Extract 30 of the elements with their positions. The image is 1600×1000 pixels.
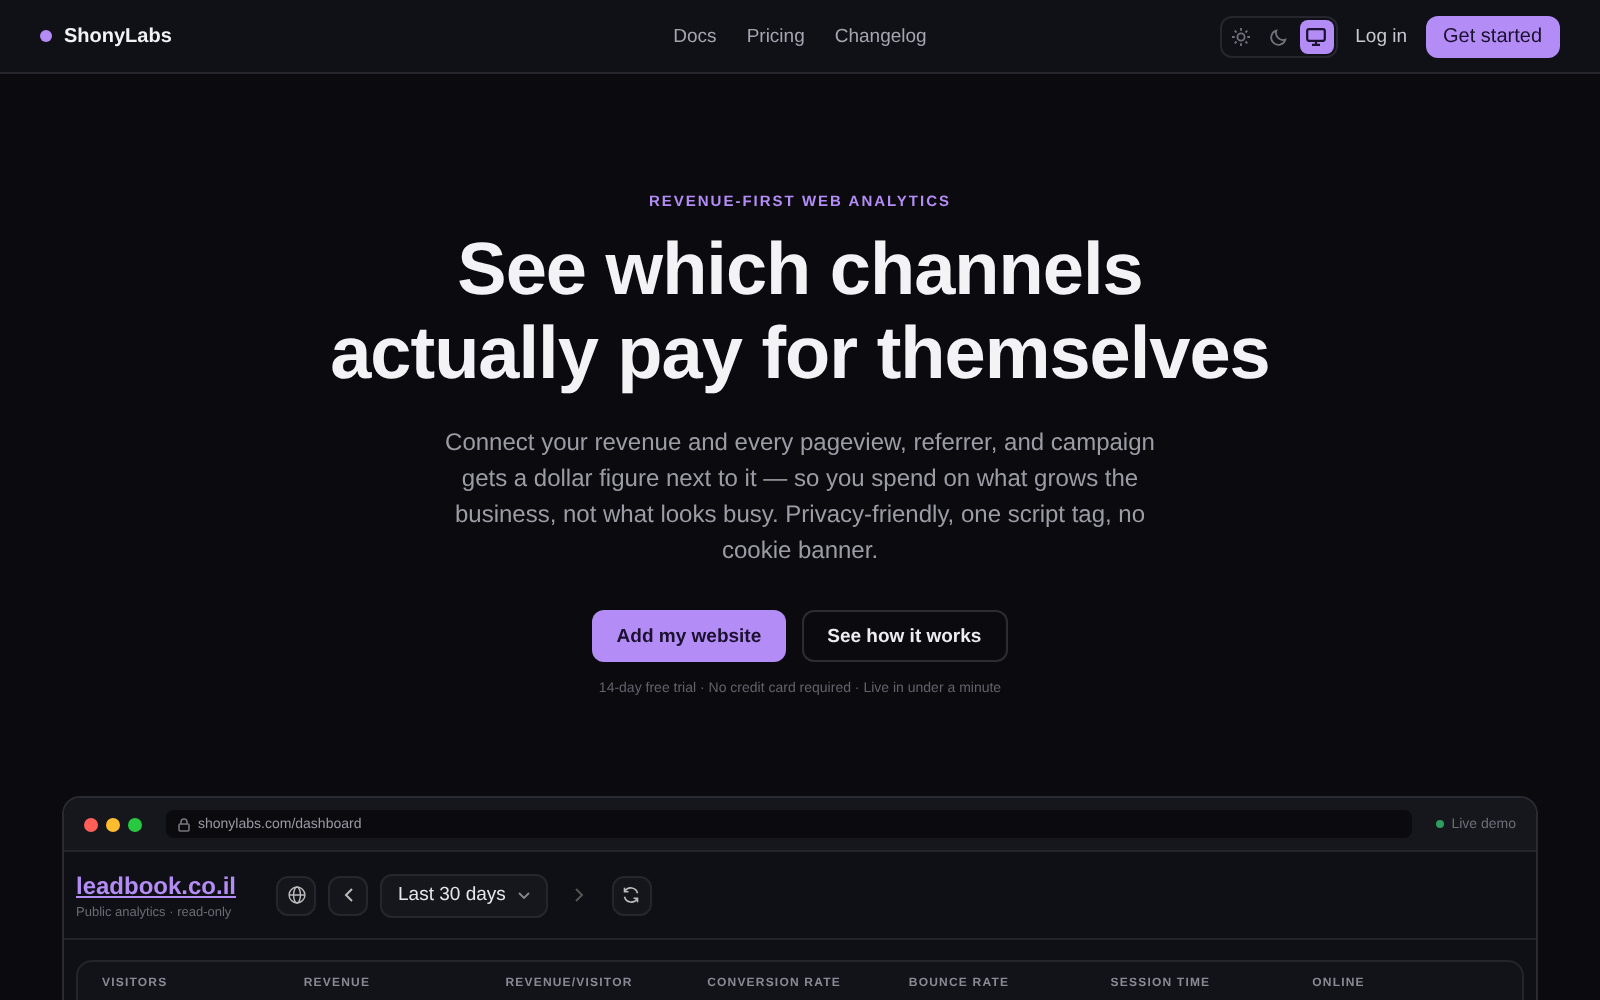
previous-period-button[interactable] <box>328 875 369 915</box>
lock-icon <box>178 817 190 831</box>
nav-link[interactable]: Docs <box>673 25 717 47</box>
globe-icon <box>287 886 306 904</box>
hero-description: Connect your revenue and every pageview, referrer, and campaign gets a dollar figure next to it — so you spend on what grows the business, not what looks busy. Privacy-friendly, one script tag, no cookie banner. <box>443 426 1157 568</box>
live-status-icon <box>1435 820 1444 828</box>
brand-name: ShonyLabs <box>64 25 172 47</box>
chevron-left-icon <box>343 888 354 902</box>
how-it-works-button[interactable]: See how it works <box>801 610 1008 662</box>
nav-link[interactable]: Changelog <box>834 25 927 47</box>
nav-link[interactable]: Pricing <box>746 25 805 47</box>
chevron-right-icon <box>574 888 585 902</box>
logo-dot-icon <box>40 30 52 42</box>
refresh-icon <box>622 886 641 904</box>
get-started-button[interactable]: Get started <box>1425 15 1560 57</box>
site-name-link[interactable]: leadbook.co.il <box>76 871 237 899</box>
maximize-window-icon[interactable] <box>128 817 142 831</box>
sun-icon <box>1231 27 1250 45</box>
close-window-icon[interactable] <box>84 817 98 831</box>
chevron-down-icon <box>517 891 530 899</box>
theme-option-button[interactable] <box>1299 19 1334 53</box>
login-link[interactable]: Log in <box>1355 25 1408 47</box>
add-website-button[interactable]: Add my website <box>592 610 786 662</box>
hero-title: See which channels actually pay for themselves <box>328 228 1272 396</box>
refresh-button[interactable] <box>611 875 652 915</box>
monitor-icon <box>1306 27 1327 45</box>
globe-button[interactable] <box>276 875 317 915</box>
minimize-window-icon[interactable] <box>106 817 120 831</box>
date-range-dropdown[interactable]: Last 30 days <box>380 873 548 917</box>
moon-icon <box>1269 27 1288 45</box>
